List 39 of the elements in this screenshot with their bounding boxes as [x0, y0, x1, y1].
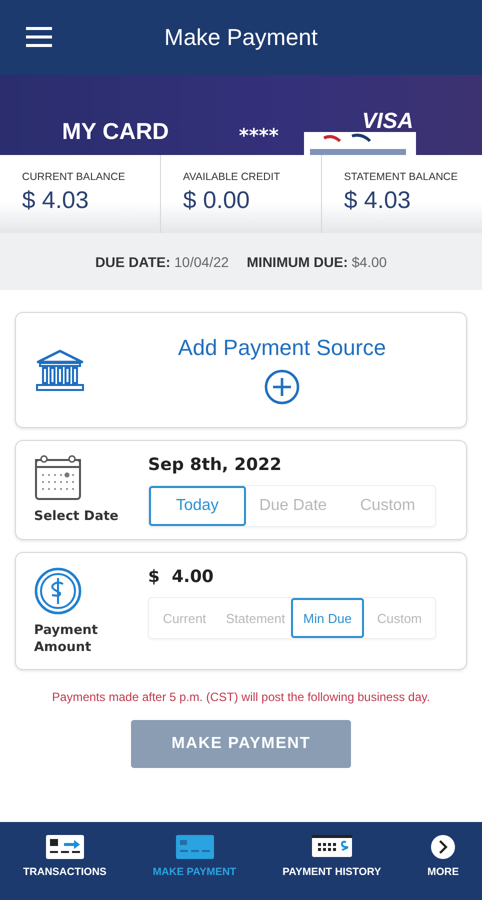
- due-date-value: 10/04/22: [174, 254, 229, 270]
- balance-label: AVAILABLE CREDIT: [183, 171, 282, 183]
- card-icon: [174, 834, 215, 860]
- card-name: MY CARD: [62, 118, 169, 145]
- segment-option[interactable]: Due Date: [246, 486, 340, 526]
- add-source-label: Add Payment Source: [178, 335, 386, 361]
- card-brand: VISA: [362, 108, 414, 134]
- minimum-due-value: $4.00: [352, 254, 387, 270]
- nav-tab[interactable]: TRANSACTIONS: [23, 834, 107, 878]
- add-source-card[interactable]: Add Payment Source: [15, 312, 467, 428]
- balance-value: $ 4.03: [344, 187, 412, 215]
- nav-tab[interactable]: MORE: [427, 834, 459, 878]
- minimum-due-label: MINIMUM DUE:: [246, 254, 348, 270]
- chevron-circle-icon: [430, 834, 456, 860]
- segment-option[interactable]: Min Due: [291, 598, 364, 638]
- nav-tab[interactable]: MAKE PAYMENT: [152, 834, 236, 878]
- balance-label: CURRENT BALANCE: [22, 171, 126, 183]
- payment-amount: $ 4.00: [148, 567, 215, 587]
- calendar-icon: [34, 455, 82, 501]
- segment-option[interactable]: Statement: [220, 598, 291, 638]
- segment-option[interactable]: Today: [149, 486, 246, 526]
- dollar-coin-icon: [34, 567, 82, 615]
- plus-circle-icon[interactable]: [264, 369, 300, 405]
- receipt-dollar-icon: [310, 834, 353, 860]
- balance-value: $ 4.03: [22, 187, 90, 215]
- segment-option[interactable]: Current: [149, 598, 220, 638]
- segment-option[interactable]: Custom: [340, 486, 436, 526]
- cutoff-notice: Payments made after 5 p.m. (CST) will post the following business day.: [51, 690, 431, 704]
- payment-date: Sep 8th, 2022: [148, 455, 283, 475]
- select-date-label: Select Date: [34, 509, 118, 526]
- bank-icon: [34, 348, 86, 392]
- nav-tab[interactable]: PAYMENT HISTORY: [282, 834, 382, 878]
- due-date-label: DUE DATE:: [95, 254, 170, 270]
- payment-amount-label: Payment Amount: [34, 623, 99, 657]
- card-number: ****: [238, 125, 279, 147]
- segment-option[interactable]: Custom: [364, 598, 435, 638]
- balance-label: STATEMENT BALANCE: [344, 171, 459, 183]
- screen-title: Make Payment: [164, 24, 318, 51]
- balance-value: $ 0.00: [183, 187, 251, 215]
